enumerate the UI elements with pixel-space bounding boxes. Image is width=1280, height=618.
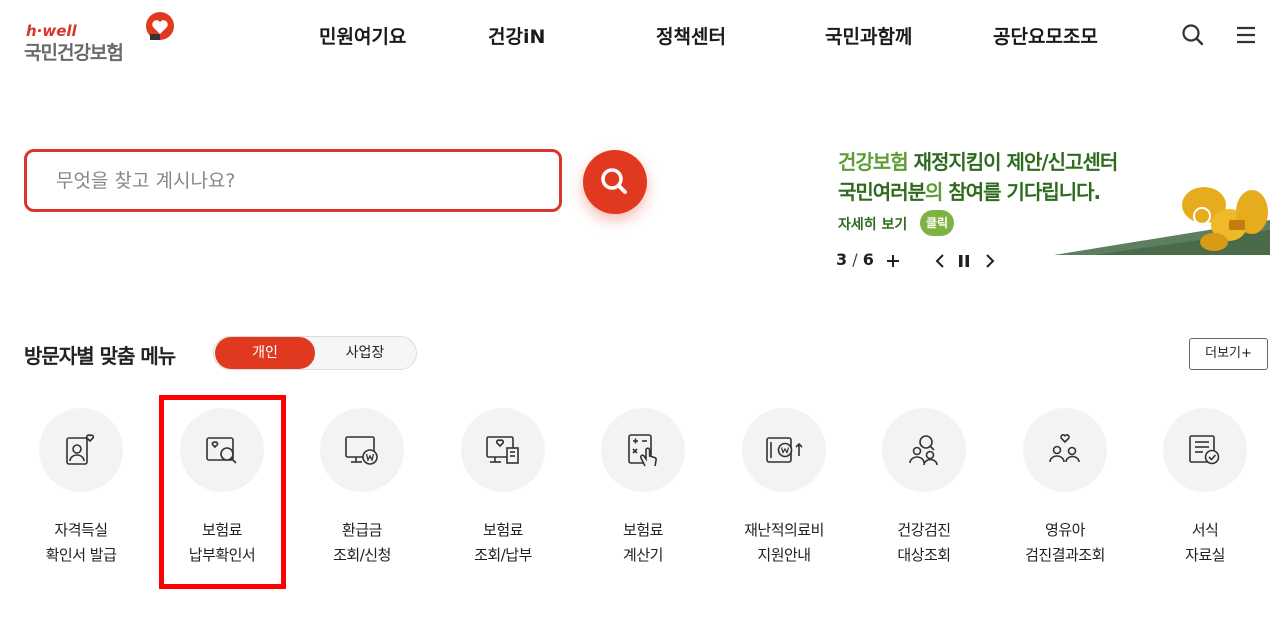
id-card-heart-icon xyxy=(66,434,95,465)
more-button[interactable]: 더보기+ xyxy=(1189,338,1268,370)
menu-icon-circle xyxy=(1023,408,1107,492)
menu-label-line: 보험료 xyxy=(202,521,242,539)
menu-label-line: 지원안내 xyxy=(757,546,811,564)
menu-item-label: 서식 자료실 xyxy=(1145,518,1265,568)
section-title: 방문자별 맞춤 메뉴 xyxy=(24,344,176,368)
quick-menu-item-forms[interactable]: 서식 자료실 xyxy=(1145,406,1265,576)
menu-label-line: 계산기 xyxy=(623,546,663,564)
site-logo[interactable]: h·well 국민건강보험 xyxy=(24,12,184,64)
menu-label-line: 서식 xyxy=(1191,521,1219,539)
logo-title: 국민건강보험 xyxy=(24,42,124,64)
menu-label-line: 영유아 xyxy=(1045,521,1085,539)
nav-item-about[interactable]: 공단요모조모 xyxy=(993,22,1098,49)
nav-item-with-citizens[interactable]: 국민과함께 xyxy=(825,22,912,49)
monitor-heart-doc-icon xyxy=(486,436,519,464)
menu-label-line: 자료실 xyxy=(1185,546,1225,564)
menu-label-line: 납부확인서 xyxy=(188,546,256,564)
menu-item-label: 건강검진 대상조회 xyxy=(864,518,984,568)
quick-menu-item-premium-inquiry[interactable]: 보험료 조회/납부 xyxy=(443,406,563,576)
search-box xyxy=(24,149,562,212)
menu-item-label: 환급금 조회/신청 xyxy=(302,518,422,568)
menu-label-line: 조회/신청 xyxy=(333,546,391,564)
quick-menu-item-refund[interactable]: 환급금 조회/신청 xyxy=(302,406,422,576)
document-check-icon xyxy=(1189,435,1220,465)
search-input[interactable] xyxy=(27,152,559,209)
menu-label-line: 검진결과조회 xyxy=(1025,546,1105,564)
banner-click-badge: 클릭 xyxy=(920,210,954,236)
menu-item-label: 영유아 검진결과조회 xyxy=(1005,518,1125,568)
quick-menu-grid: 자격득실 확인서 발급 보험료 납부확인서 환급금 조회/신청 보험료 조회/납… xyxy=(0,406,1280,576)
card-won-arrow-icon xyxy=(766,437,803,463)
slide-current: 3 xyxy=(836,250,848,269)
search-icon[interactable] xyxy=(1180,22,1206,48)
banner-more-link[interactable]: 자세히 보기 xyxy=(838,214,907,234)
search-button[interactable] xyxy=(583,150,647,214)
pause-icon[interactable] xyxy=(954,250,974,272)
quick-menu-item-calculator[interactable]: 보험료 계산기 xyxy=(583,406,703,576)
menu-icon-circle xyxy=(180,408,264,492)
logo-heart-icon xyxy=(146,12,174,40)
visitor-type-toggle: 개인 사업장 xyxy=(213,336,417,370)
menu-label-line: 환급금 xyxy=(342,521,382,539)
quick-menu-item-premium-certificate[interactable]: 보험료 납부확인서 xyxy=(162,406,282,576)
hamburger-menu-icon[interactable] xyxy=(1234,22,1260,48)
menu-icon-circle xyxy=(882,408,966,492)
banner-text: 건강보험 xyxy=(838,150,914,174)
search-icon xyxy=(601,168,627,194)
menu-label-line: 보험료 xyxy=(623,521,663,539)
calculator-hand-icon xyxy=(628,434,657,467)
quick-menu-item-checkup-target[interactable]: 건강검진 대상조회 xyxy=(864,406,984,576)
menu-label-line: 재난적의료비 xyxy=(744,521,824,539)
family-heart-icon xyxy=(1049,434,1080,463)
menu-label-line: 건강검진 xyxy=(897,521,951,539)
quick-menu-item-catastrophic-medical[interactable]: 재난적의료비 지원안내 xyxy=(724,406,844,576)
menu-icon-circle xyxy=(320,408,404,492)
quick-menu-item-infant-checkup[interactable]: 영유아 검진결과조회 xyxy=(1005,406,1125,576)
nav-item-health-in[interactable]: 건강iN xyxy=(488,22,545,49)
chevron-right-icon[interactable] xyxy=(980,250,1000,272)
menu-label-line: 자격득실 xyxy=(54,521,108,539)
menu-item-label: 보험료 조회/납부 xyxy=(443,518,563,568)
slide-total: 6 xyxy=(862,250,874,269)
plus-icon[interactable] xyxy=(883,250,903,272)
menu-icon-circle xyxy=(742,408,826,492)
banner-illustration xyxy=(1054,187,1270,255)
toggle-individual[interactable]: 개인 xyxy=(215,337,315,369)
monitor-won-icon xyxy=(345,436,378,465)
toggle-business[interactable]: 사업장 xyxy=(315,337,415,369)
slide-counter: 3 / 6 xyxy=(836,250,874,269)
card-search-icon xyxy=(206,437,237,464)
menu-icon-circle xyxy=(461,408,545,492)
nav-item-civil-service[interactable]: 민원여기요 xyxy=(319,22,406,49)
menu-label-line: 보험료 xyxy=(483,521,523,539)
menu-item-label: 재난적의료비 지원안내 xyxy=(724,518,844,568)
menu-icon-circle xyxy=(39,408,123,492)
menu-icon-circle xyxy=(601,408,685,492)
people-search-icon xyxy=(909,435,938,466)
chevron-left-icon[interactable] xyxy=(930,250,950,272)
menu-label-line: 확인서 발급 xyxy=(45,546,117,564)
menu-label-line: 대상조회 xyxy=(897,546,951,564)
banner-text: 국민여러분 xyxy=(838,180,926,204)
banner-text: 의 xyxy=(925,180,949,204)
menu-icon-circle xyxy=(1163,408,1247,492)
nav-item-policy-center[interactable]: 정책센터 xyxy=(656,22,726,49)
menu-label-line: 조회/납부 xyxy=(474,546,532,564)
menu-item-label: 자격득실 확인서 발급 xyxy=(21,518,141,568)
menu-item-label: 보험료 계산기 xyxy=(583,518,703,568)
quick-menu-item-qualification[interactable]: 자격득실 확인서 발급 xyxy=(21,406,141,576)
promo-banner[interactable]: 건강보험 재정지킴이 제안/신고센터 국민여러분의 참여를 기다립니다. 자세히… xyxy=(834,140,1270,255)
menu-item-label: 보험료 납부확인서 xyxy=(162,518,282,568)
